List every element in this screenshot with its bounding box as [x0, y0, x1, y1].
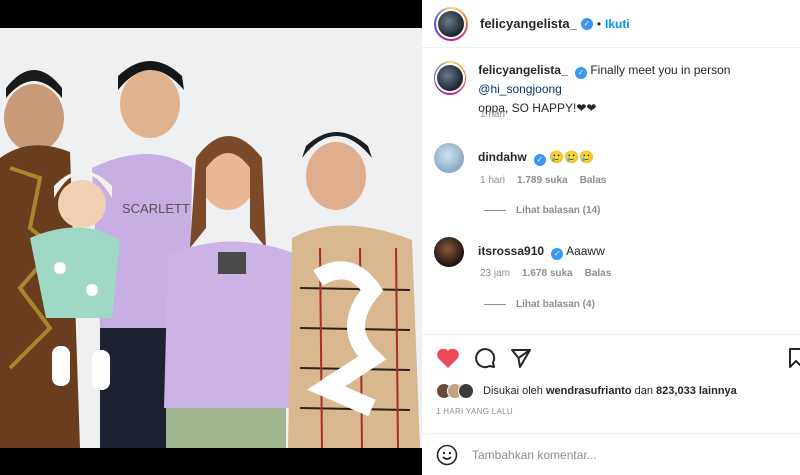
action-icons: [436, 347, 532, 369]
view-replies-label[interactable]: Lihat balasan (4): [516, 299, 595, 310]
reply-button[interactable]: Balas: [580, 175, 607, 186]
commenter-avatar[interactable]: [434, 237, 464, 267]
liked-by: Disukai oleh wendrasufrianto dan 823,033…: [436, 383, 737, 399]
caption-text: Finally meet you in person: [590, 63, 731, 77]
separator-dot: •: [596, 16, 602, 31]
liked-avatars: [436, 383, 474, 399]
post-actions: Disukai oleh wendrasufrianto dan 823,033…: [422, 334, 800, 474]
caption-meta: 1 hari: [480, 109, 505, 120]
bookmark-icon[interactable]: [788, 347, 800, 369]
follow-button[interactable]: Ikuti: [605, 17, 630, 31]
comment-item: itsrossa910 ✓ Aaaww: [434, 237, 605, 267]
verified-icon: ✓: [551, 248, 564, 260]
liked-prefix: Disukai oleh: [483, 385, 543, 397]
post-header: felicyangelista_ ✓ • Ikuti: [422, 0, 800, 48]
comment-text: 🥲🥲🥲: [549, 150, 595, 164]
emoji-icon[interactable]: [436, 444, 458, 466]
commenter-avatar[interactable]: [434, 143, 464, 173]
caption-avatar[interactable]: [434, 61, 467, 95]
verified-icon: ✓: [575, 67, 587, 79]
view-replies-button[interactable]: Lihat balasan (14): [484, 205, 600, 216]
group-photo-image: SCARLETT: [0, 28, 422, 448]
liked-count[interactable]: 823,033: [656, 385, 696, 397]
replies-line: [484, 210, 506, 211]
comment-text: Aaaww: [566, 244, 605, 258]
replies-line: [484, 304, 506, 305]
liked-mid: dan: [634, 385, 653, 397]
comment-likes[interactable]: 1.789 suka: [517, 175, 568, 186]
add-comment-bar: Tambahkan komentar...: [422, 433, 800, 475]
comment-meta: 1 hari 1.789 suka Balas: [480, 175, 606, 186]
view-replies-label[interactable]: Lihat balasan (14): [516, 205, 600, 216]
liked-suffix[interactable]: lainnya: [699, 385, 737, 397]
author-avatar[interactable]: [434, 6, 468, 41]
comment-icon[interactable]: [474, 347, 496, 369]
post-photo[interactable]: SCARLETT: [0, 28, 422, 448]
svg-text:SCARLETT: SCARLETT: [122, 201, 190, 216]
reply-button[interactable]: Balas: [585, 268, 612, 279]
verified-icon: ✓: [534, 154, 547, 166]
commenter-username[interactable]: dindahw: [478, 150, 527, 164]
commenter-username[interactable]: itsrossa910: [478, 244, 544, 258]
comment-meta: 23 jam 1.678 suka Balas: [480, 268, 611, 279]
author-username[interactable]: felicyangelista_: [480, 16, 577, 31]
comment-item: dindahw ✓ 🥲🥲🥲: [434, 143, 594, 173]
share-icon[interactable]: [510, 347, 532, 369]
caption-username[interactable]: felicyangelista_: [478, 63, 567, 77]
post-media[interactable]: SCARLETT: [0, 0, 422, 475]
liked-user[interactable]: wendrasufrianto: [546, 385, 632, 397]
comment-input[interactable]: Tambahkan komentar...: [472, 448, 597, 462]
post-side-panel: felicyangelista_ ✓ • Ikuti felicyangelis…: [422, 0, 800, 475]
heart-icon[interactable]: [436, 347, 460, 369]
comment-likes[interactable]: 1.678 suka: [522, 268, 573, 279]
comment-time[interactable]: 23 jam: [480, 268, 510, 279]
comment-time[interactable]: 1 hari: [480, 175, 505, 186]
caption-time[interactable]: 1 hari: [480, 109, 505, 120]
post-timestamp[interactable]: 1 HARI YANG LALU: [436, 407, 513, 416]
verified-icon: ✓: [580, 17, 593, 30]
caption-mention[interactable]: @hi_songjoong: [478, 82, 562, 96]
comments-list[interactable]: felicyangelista_ ✓ Finally meet you in p…: [422, 49, 800, 334]
view-replies-button[interactable]: Lihat balasan (4): [484, 299, 595, 310]
